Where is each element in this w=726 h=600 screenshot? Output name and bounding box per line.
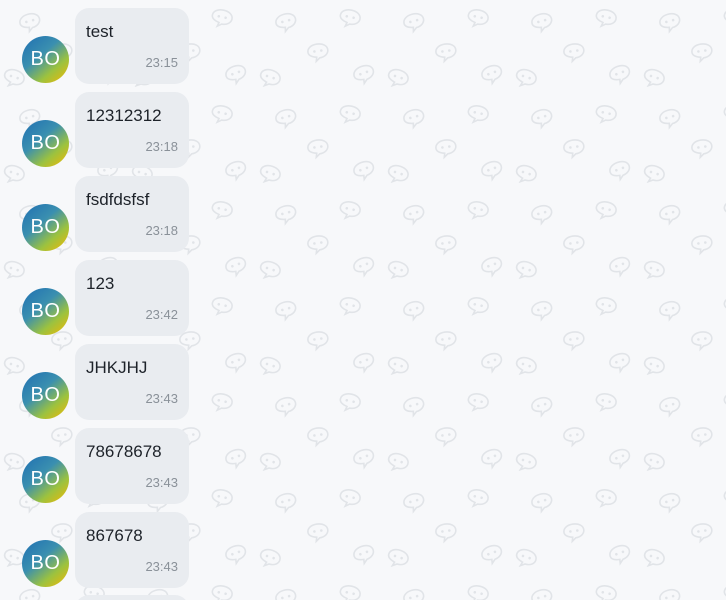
avatar[interactable]: BO [22,456,69,503]
message-time: 23:42 [145,307,178,322]
message-text: 867678 [86,526,143,545]
message-row: BO 12312312 23:18 [22,92,202,168]
message-bubble[interactable]: test 23:15 [75,8,189,84]
chat-message-area[interactable]: BO test 23:15 BO 12312312 23:18 BO fsdfd… [0,0,726,600]
message-time: 23:43 [145,391,178,406]
message-time: 23:43 [145,475,178,490]
message-bubble-partial[interactable] [75,595,189,600]
message-bubble[interactable]: JHKJHJ 23:43 [75,344,189,420]
avatar[interactable]: BO [22,540,69,587]
message-bubble[interactable]: 867678 23:43 [75,512,189,588]
message-text: fsdfdsfsf [86,190,150,209]
message-time: 23:18 [145,139,178,154]
message-text: 78678678 [86,442,162,461]
message-row: BO JHKJHJ 23:43 [22,344,202,420]
message-time: 23:15 [145,55,178,70]
message-bubble[interactable]: 12312312 23:18 [75,92,189,168]
avatar[interactable]: BO [22,204,69,251]
message-row: BO fsdfdsfsf 23:18 [22,176,202,252]
message-time: 23:43 [145,559,178,574]
message-text: test [86,22,114,41]
avatar[interactable]: BO [22,120,69,167]
avatar[interactable]: BO [22,36,69,83]
message-text: 123 [86,274,115,293]
avatar[interactable]: BO [22,288,69,335]
avatar[interactable]: BO [22,372,69,419]
message-text: JHKJHJ [86,358,148,377]
message-bubble[interactable]: fsdfdsfsf 23:18 [75,176,189,252]
message-bubble[interactable]: 123 23:42 [75,260,189,336]
message-row: BO test 23:15 [22,8,202,84]
message-row: BO 123 23:42 [22,260,202,336]
message-row: BO 78678678 23:43 [22,428,202,504]
message-row: BO 867678 23:43 [22,512,202,588]
message-bubble[interactable]: 78678678 23:43 [75,428,189,504]
message-text: 12312312 [86,106,162,125]
message-time: 23:18 [145,223,178,238]
